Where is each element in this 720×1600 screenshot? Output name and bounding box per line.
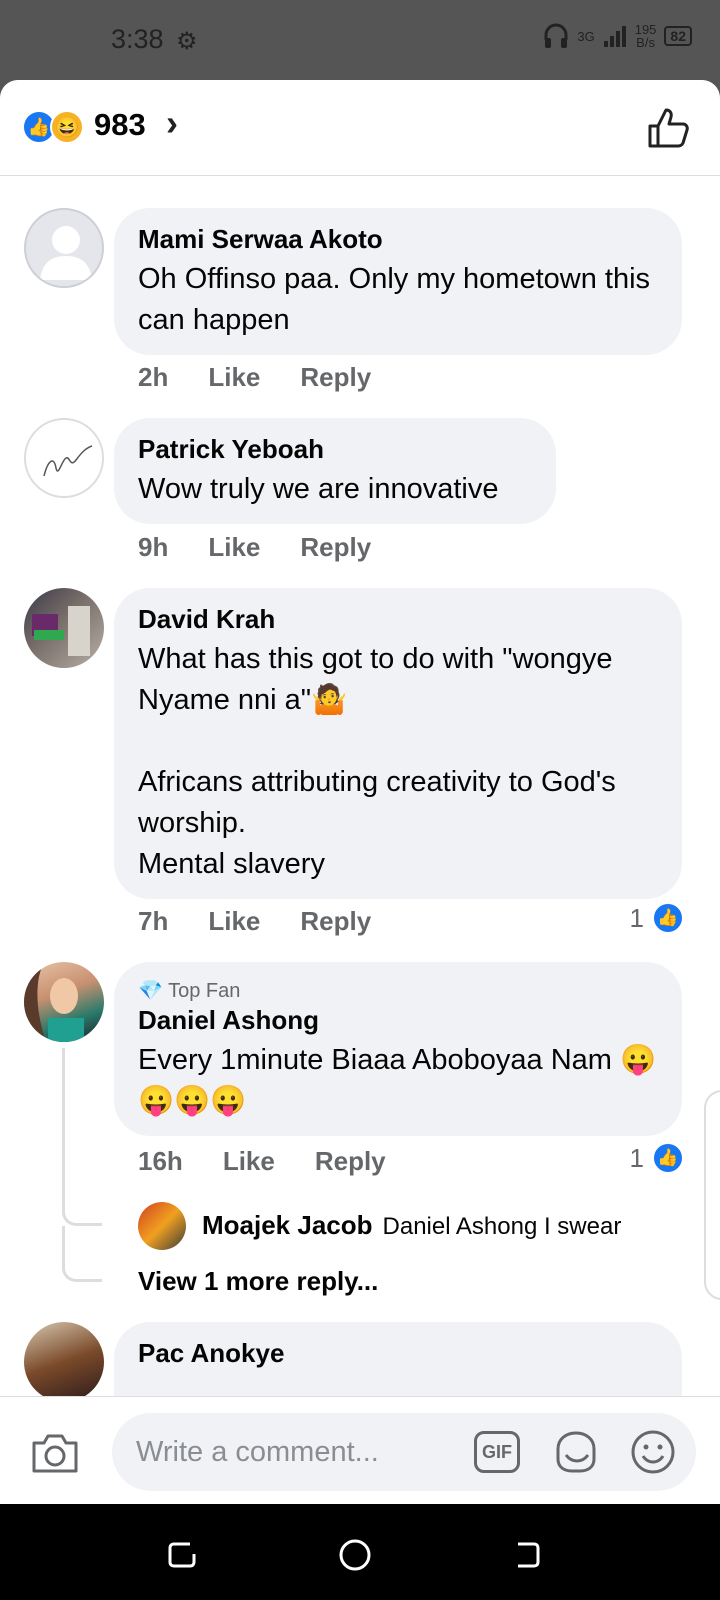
comment-bubble[interactable]: Mami Serwaa Akoto Oh Offinso paa. Only m…	[114, 208, 682, 355]
comment-time[interactable]: 16h	[138, 1146, 183, 1177]
thread-line	[62, 1048, 102, 1226]
reply-button[interactable]: Reply	[300, 532, 371, 563]
recent-apps-icon[interactable]	[166, 1538, 200, 1572]
comment-bubble[interactable]: 💎 Top Fan Daniel Ashong Every 1minute Bi…	[114, 962, 682, 1136]
comment-time[interactable]: 9h	[138, 532, 168, 563]
default-avatar-icon	[40, 226, 92, 280]
comment-like-count[interactable]: 1 👍	[630, 1142, 684, 1174]
home-icon[interactable]	[338, 1538, 372, 1572]
status-icons: 3G 195 B/s 82	[543, 22, 692, 50]
comment-text: Wow truly we are innovative	[138, 473, 499, 505]
status-bar: 3:38 ⚙ 3G 195 B/s 82	[0, 0, 720, 80]
reaction-icons[interactable]: 👍 😆	[22, 110, 84, 144]
comment-input[interactable]	[136, 1432, 436, 1472]
gif-button[interactable]: GIF	[474, 1431, 520, 1473]
haha-reaction-icon: 😆	[50, 110, 84, 144]
avatar[interactable]	[24, 588, 104, 668]
thread-line	[62, 1226, 102, 1282]
network-speed: 195 B/s	[634, 22, 657, 50]
comment-author[interactable]: Pac Anokye	[138, 1338, 658, 1369]
view-more-replies[interactable]: View 1 more reply...	[138, 1266, 378, 1297]
reply-button[interactable]: Reply	[300, 906, 371, 937]
battery-indicator: 82	[664, 26, 692, 46]
comment-bubble[interactable]: David Krah What has this got to do with …	[114, 588, 682, 899]
comment-bubble[interactable]: Patrick Yeboah Wow truly we are innovati…	[114, 418, 556, 524]
like-badge-icon: 👍	[652, 1142, 684, 1174]
back-icon[interactable]	[510, 1538, 544, 1572]
comment-time[interactable]: 7h	[138, 906, 168, 937]
avatar[interactable]	[24, 418, 104, 498]
like-button[interactable]: Like	[223, 1146, 275, 1177]
chevron-right-icon[interactable]: ›	[166, 102, 178, 144]
comment-author[interactable]: David Krah	[138, 604, 658, 635]
reply-button[interactable]: Reply	[300, 362, 371, 393]
comment-text: Every 1minute Biaaa Aboboyaa Nam 😛😛😛😛	[138, 1044, 657, 1117]
comment-actions: 9h Like Reply	[138, 532, 371, 563]
photo-avatar-icon	[32, 606, 90, 656]
like-button[interactable]: Like	[208, 362, 260, 393]
comments-sheet: 👍 😆 983 › Mami Serwaa Akoto Oh Offinso p…	[0, 80, 720, 1504]
comment-input-wrapper: GIF	[112, 1413, 696, 1491]
top-fan-badge: 💎 Top Fan	[138, 980, 241, 1002]
comment-actions: 2h Like Reply	[138, 362, 371, 393]
headphones-icon	[544, 23, 568, 48]
sheet-header: 👍 😆 983 ›	[0, 80, 720, 176]
like-outline-icon[interactable]	[646, 106, 690, 150]
sticker-icon[interactable]	[552, 1429, 600, 1475]
comment-author[interactable]: Mami Serwaa Akoto	[138, 224, 658, 255]
comment-text: What has this got to do with "wongye Nya…	[138, 643, 616, 880]
emoji-icon[interactable]	[630, 1429, 676, 1475]
avatar[interactable]	[24, 962, 104, 1042]
camera-icon[interactable]	[30, 1431, 80, 1475]
comment-composer: GIF	[0, 1396, 720, 1504]
status-time: 3:38	[111, 24, 164, 54]
comment-time[interactable]: 2h	[138, 362, 168, 393]
comment-like-count[interactable]: 1 👍	[630, 902, 684, 934]
like-badge-icon: 👍	[652, 902, 684, 934]
avatar[interactable]	[138, 1202, 186, 1250]
reply-author[interactable]: Moajek Jacob	[202, 1210, 373, 1241]
comment-text: Oh Offinso paa. Only my hometown this ca…	[138, 263, 659, 336]
scroll-handle[interactable]	[704, 1090, 720, 1300]
reply-preview[interactable]: Moajek Jacob Daniel Ashong I swear	[202, 1210, 621, 1241]
diamond-icon: 💎	[138, 980, 163, 1002]
reaction-count[interactable]: 983	[94, 107, 146, 143]
avatar[interactable]	[24, 208, 104, 288]
signature-avatar-icon	[43, 445, 93, 477]
avatar[interactable]	[24, 1322, 104, 1402]
system-nav-bar	[0, 1504, 720, 1600]
reply-button[interactable]: Reply	[315, 1146, 386, 1177]
like-button[interactable]: Like	[208, 906, 260, 937]
comment-actions: 7h Like Reply	[138, 906, 371, 937]
comment-actions: 16h Like Reply	[138, 1146, 386, 1177]
comment-author[interactable]: Daniel Ashong	[138, 1005, 658, 1036]
network-type: 3G	[577, 28, 595, 44]
gear-icon: ⚙	[176, 28, 198, 55]
signal-icon	[603, 26, 626, 47]
like-button[interactable]: Like	[208, 532, 260, 563]
reply-text: Daniel Ashong I swear	[382, 1213, 622, 1240]
comment-author[interactable]: Patrick Yeboah	[138, 434, 532, 465]
photo-avatar-icon	[24, 962, 84, 1042]
